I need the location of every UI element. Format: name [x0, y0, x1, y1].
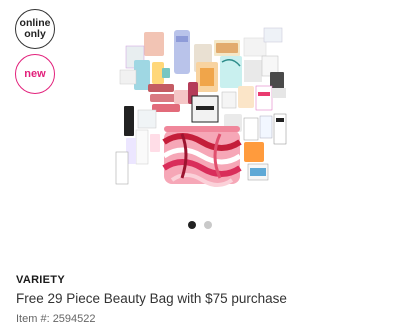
online-only-badge: online only [15, 9, 55, 49]
product-brand[interactable]: VARIETY [16, 274, 65, 286]
product-title[interactable]: Free 29 Piece Beauty Bag with $75 purcha… [16, 291, 287, 306]
carousel-dot-1[interactable] [188, 221, 196, 229]
new-badge: new [15, 54, 55, 94]
online-only-badge-line2: only [24, 28, 46, 40]
beauty-bag-illustration [162, 126, 242, 187]
item-number-label: Item #: [16, 313, 50, 325]
carousel-dot-2[interactable] [204, 221, 212, 229]
item-number-value: 2594522 [52, 313, 96, 325]
carousel-dots [0, 221, 400, 229]
new-badge-label: new [24, 68, 46, 80]
item-number-line: Item #: 2594522 [16, 313, 96, 325]
product-image[interactable] [112, 22, 292, 194]
